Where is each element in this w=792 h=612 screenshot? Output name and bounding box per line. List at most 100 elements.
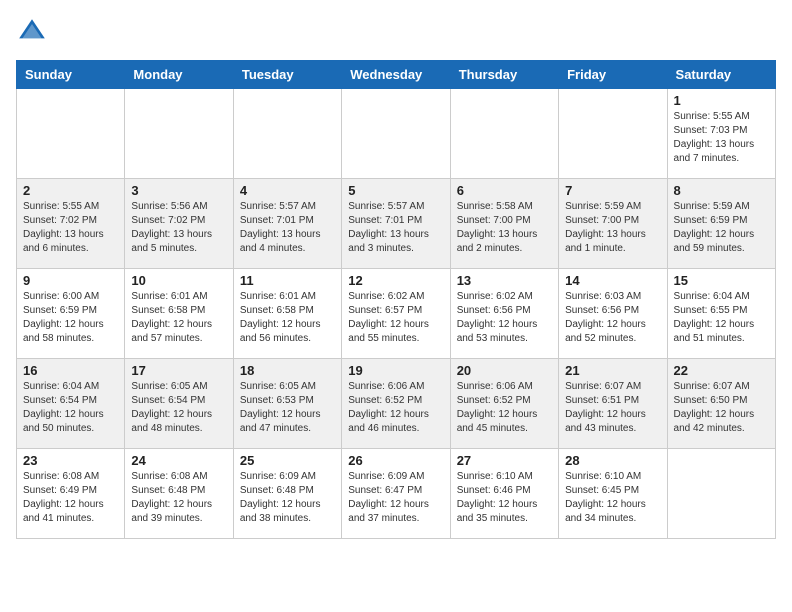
day-info: Sunrise: 5:57 AM Sunset: 7:01 PM Dayligh…: [348, 200, 443, 256]
calendar-cell: 18 Sunrise: 6:05 AM Sunset: 6:53 PM Dayli…: [233, 359, 341, 449]
calendar-cell: 3Sunrise: 5:56 AM Sunset: 7:02 PM Daylig…: [125, 179, 233, 269]
day-info: Sunrise: 6:07 AM Sunset: 6:50 PM Dayligh…: [674, 380, 769, 436]
day-number: 26: [348, 453, 443, 468]
calendar-cell: 10 Sunrise: 6:01 AM Sunset: 6:58 PM Dayli…: [125, 269, 233, 359]
day-number: 2: [23, 183, 118, 198]
day-info: Sunrise: 5:57 AM Sunset: 7:01 PM Dayligh…: [240, 200, 335, 256]
calendar-week-row: 2 Sunrise: 5:55 AM Sunset: 7:02 PM Daylig…: [17, 179, 776, 269]
calendar-cell: 20 Sunrise: 6:06 AM Sunset: 6:52 PM Dayli…: [450, 359, 558, 449]
dow-header: Monday: [125, 61, 233, 89]
calendar-cell: 25 Sunrise: 6:09 AM Sunset: 6:48 PM Dayli…: [233, 449, 341, 539]
calendar-cell: [17, 89, 125, 179]
dow-header: Tuesday: [233, 61, 341, 89]
day-info: Sunrise: 6:10 AM Sunset: 6:45 PM Dayligh…: [565, 470, 660, 526]
day-info: Sunrise: 5:59 AM Sunset: 6:59 PM Dayligh…: [674, 200, 769, 256]
days-of-week-row: SundayMondayTuesdayWednesdayThursdayFrid…: [17, 61, 776, 89]
calendar-cell: 7 Sunrise: 5:59 AM Sunset: 7:00 PM Daylig…: [559, 179, 667, 269]
calendar-cell: 8 Sunrise: 5:59 AM Sunset: 6:59 PM Daylig…: [667, 179, 775, 269]
day-number: 18: [240, 363, 335, 378]
day-info: Sunrise: 6:06 AM Sunset: 6:52 PM Dayligh…: [457, 380, 552, 436]
dow-header: Saturday: [667, 61, 775, 89]
day-info: Sunrise: 6:03 AM Sunset: 6:56 PM Dayligh…: [565, 290, 660, 346]
day-info: Sunrise: 6:02 AM Sunset: 6:57 PM Dayligh…: [348, 290, 443, 346]
day-number: 20: [457, 363, 552, 378]
calendar-cell: [667, 449, 775, 539]
day-number: 23: [23, 453, 118, 468]
calendar-cell: [342, 89, 450, 179]
day-info: Sunrise: 6:04 AM Sunset: 6:54 PM Dayligh…: [23, 380, 118, 436]
calendar-cell: 15Sunrise: 6:04 AM Sunset: 6:55 PM Dayli…: [667, 269, 775, 359]
calendar-cell: 24 Sunrise: 6:08 AM Sunset: 6:48 PM Dayli…: [125, 449, 233, 539]
day-info: Sunrise: 6:05 AM Sunset: 6:53 PM Dayligh…: [240, 380, 335, 436]
day-number: 1: [674, 93, 769, 108]
day-number: 3: [131, 183, 226, 198]
day-number: 5: [348, 183, 443, 198]
day-info: Sunrise: 6:06 AM Sunset: 6:52 PM Dayligh…: [348, 380, 443, 436]
day-number: 12: [348, 273, 443, 288]
day-number: 25: [240, 453, 335, 468]
day-number: 9: [23, 273, 118, 288]
day-info: Sunrise: 6:01 AM Sunset: 6:58 PM Dayligh…: [240, 290, 335, 346]
day-number: 27: [457, 453, 552, 468]
calendar-cell: [125, 89, 233, 179]
day-info: Sunrise: 6:09 AM Sunset: 6:47 PM Dayligh…: [348, 470, 443, 526]
day-number: 22: [674, 363, 769, 378]
day-info: Sunrise: 6:09 AM Sunset: 6:48 PM Dayligh…: [240, 470, 335, 526]
calendar-cell: 5 Sunrise: 5:57 AM Sunset: 7:01 PM Daylig…: [342, 179, 450, 269]
calendar-cell: 26 Sunrise: 6:09 AM Sunset: 6:47 PM Dayli…: [342, 449, 450, 539]
day-number: 8: [674, 183, 769, 198]
calendar-cell: 2 Sunrise: 5:55 AM Sunset: 7:02 PM Daylig…: [17, 179, 125, 269]
day-number: 4: [240, 183, 335, 198]
day-info: Sunrise: 6:08 AM Sunset: 6:49 PM Dayligh…: [23, 470, 118, 526]
day-number: 11: [240, 273, 335, 288]
day-number: 6: [457, 183, 552, 198]
calendar-cell: [450, 89, 558, 179]
day-info: Sunrise: 6:01 AM Sunset: 6:58 PM Dayligh…: [131, 290, 226, 346]
calendar-cell: 14 Sunrise: 6:03 AM Sunset: 6:56 PM Dayli…: [559, 269, 667, 359]
day-info: Sunrise: 6:07 AM Sunset: 6:51 PM Dayligh…: [565, 380, 660, 436]
dow-header: Sunday: [17, 61, 125, 89]
day-info: Sunrise: 6:02 AM Sunset: 6:56 PM Dayligh…: [457, 290, 552, 346]
day-info: Sunrise: 6:10 AM Sunset: 6:46 PM Dayligh…: [457, 470, 552, 526]
calendar: SundayMondayTuesdayWednesdayThursdayFrid…: [16, 60, 776, 539]
calendar-cell: 21Sunrise: 6:07 AM Sunset: 6:51 PM Dayli…: [559, 359, 667, 449]
logo-icon: [16, 16, 48, 48]
calendar-cell: 6 Sunrise: 5:58 AM Sunset: 7:00 PM Daylig…: [450, 179, 558, 269]
day-info: Sunrise: 5:55 AM Sunset: 7:02 PM Dayligh…: [23, 200, 118, 256]
calendar-cell: 12 Sunrise: 6:02 AM Sunset: 6:57 PM Dayli…: [342, 269, 450, 359]
dow-header: Friday: [559, 61, 667, 89]
calendar-week-row: 1Sunrise: 5:55 AM Sunset: 7:03 PM Daylig…: [17, 89, 776, 179]
calendar-cell: 9 Sunrise: 6:00 AM Sunset: 6:59 PM Daylig…: [17, 269, 125, 359]
page-header: [16, 16, 776, 48]
dow-header: Thursday: [450, 61, 558, 89]
calendar-cell: 1Sunrise: 5:55 AM Sunset: 7:03 PM Daylig…: [667, 89, 775, 179]
day-info: Sunrise: 6:00 AM Sunset: 6:59 PM Dayligh…: [23, 290, 118, 346]
calendar-cell: 27 Sunrise: 6:10 AM Sunset: 6:46 PM Dayli…: [450, 449, 558, 539]
day-number: 28: [565, 453, 660, 468]
calendar-cell: [559, 89, 667, 179]
day-info: Sunrise: 6:08 AM Sunset: 6:48 PM Dayligh…: [131, 470, 226, 526]
day-number: 10: [131, 273, 226, 288]
calendar-cell: 19 Sunrise: 6:06 AM Sunset: 6:52 PM Dayli…: [342, 359, 450, 449]
calendar-week-row: 16Sunrise: 6:04 AM Sunset: 6:54 PM Dayli…: [17, 359, 776, 449]
day-number: 14: [565, 273, 660, 288]
day-number: 19: [348, 363, 443, 378]
day-number: 13: [457, 273, 552, 288]
day-number: 7: [565, 183, 660, 198]
calendar-cell: 4 Sunrise: 5:57 AM Sunset: 7:01 PM Daylig…: [233, 179, 341, 269]
day-number: 24: [131, 453, 226, 468]
calendar-cell: 28 Sunrise: 6:10 AM Sunset: 6:45 PM Dayli…: [559, 449, 667, 539]
calendar-body: 1Sunrise: 5:55 AM Sunset: 7:03 PM Daylig…: [17, 89, 776, 539]
day-number: 17: [131, 363, 226, 378]
calendar-cell: 13 Sunrise: 6:02 AM Sunset: 6:56 PM Dayli…: [450, 269, 558, 359]
day-info: Sunrise: 5:58 AM Sunset: 7:00 PM Dayligh…: [457, 200, 552, 256]
calendar-week-row: 9 Sunrise: 6:00 AM Sunset: 6:59 PM Daylig…: [17, 269, 776, 359]
logo: [16, 16, 52, 48]
calendar-cell: 16Sunrise: 6:04 AM Sunset: 6:54 PM Dayli…: [17, 359, 125, 449]
day-info: Sunrise: 6:05 AM Sunset: 6:54 PM Dayligh…: [131, 380, 226, 436]
calendar-cell: 23 Sunrise: 6:08 AM Sunset: 6:49 PM Dayli…: [17, 449, 125, 539]
day-info: Sunrise: 5:59 AM Sunset: 7:00 PM Dayligh…: [565, 200, 660, 256]
calendar-cell: 11 Sunrise: 6:01 AM Sunset: 6:58 PM Dayli…: [233, 269, 341, 359]
calendar-cell: 22 Sunrise: 6:07 AM Sunset: 6:50 PM Dayli…: [667, 359, 775, 449]
day-number: 15: [674, 273, 769, 288]
